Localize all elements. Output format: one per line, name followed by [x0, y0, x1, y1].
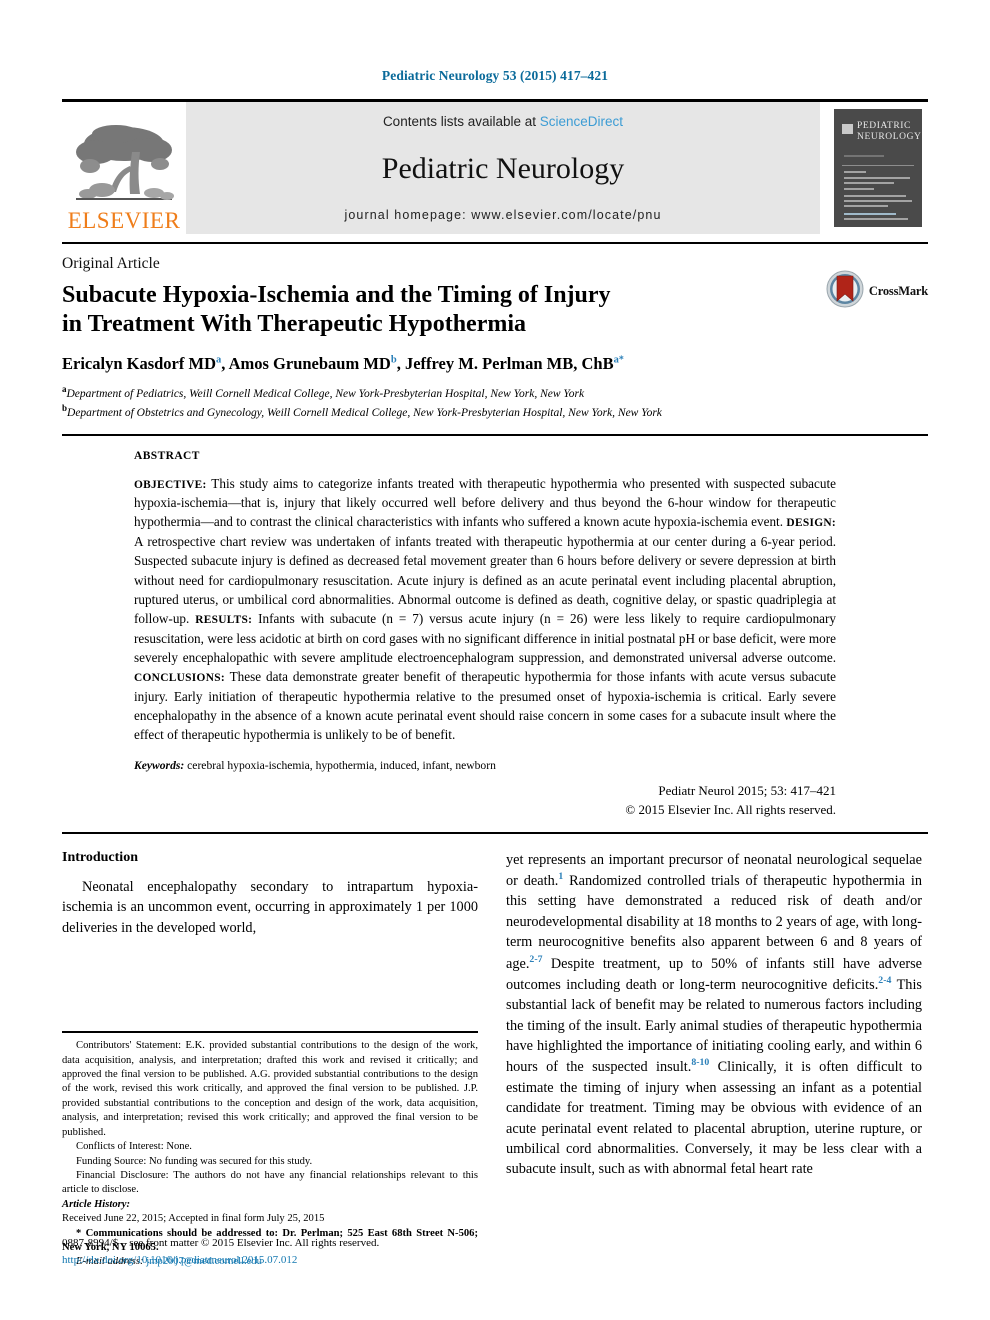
cover-publisher-mark-icon: [842, 124, 853, 134]
reference-link[interactable]: 2-4: [878, 975, 891, 986]
affiliation-text: Department of Obstetrics and Gynecology,…: [67, 406, 662, 419]
cover-text-line: [844, 177, 910, 179]
footnote-block: Contributors' Statement: E.K. provided s…: [62, 1031, 478, 1270]
cover-image: PEDIATRIC NEUROLOGY: [834, 109, 922, 227]
cover-text-line: [844, 218, 908, 220]
abstract-citation-block: Pediatr Neurol 2015; 53: 417–421 © 2015 …: [134, 781, 836, 820]
abstract-text: OBJECTIVE: This study aims to categorize…: [134, 474, 836, 745]
paper-page: Pediatric Neurology 53 (2015) 417–421 EL…: [0, 0, 990, 1320]
corresponding-author-marker: *: [618, 354, 624, 366]
crossmark-icon: [826, 270, 864, 313]
affiliation-text: Department of Pediatrics, Weill Cornell …: [66, 387, 585, 400]
cover-text-line: [844, 182, 894, 184]
copyright-line: © 2015 Elsevier Inc. All rights reserved…: [625, 802, 836, 818]
article-title-line-1: Subacute Hypoxia-Ischemia and the Timing…: [62, 282, 611, 308]
cover-title: PEDIATRIC NEUROLOGY: [857, 121, 922, 142]
journal-masthead: ELSEVIER Contents lists available at Sci…: [62, 99, 928, 234]
contents-available-line: Contents lists available at ScienceDirec…: [383, 114, 623, 129]
footnote-divider: [62, 1031, 478, 1034]
masthead-center-panel: Contents lists available at ScienceDirec…: [186, 102, 820, 234]
section-heading-introduction: Introduction: [62, 849, 138, 865]
keywords-line: Keywords: cerebral hypoxia-ischemia, hyp…: [134, 759, 836, 772]
elsevier-logo: ELSEVIER: [62, 102, 186, 234]
cover-highlight-line: [844, 213, 896, 215]
right-text-part-5: Clinically, it is often difficult to est…: [506, 1059, 922, 1178]
cover-text-line: [844, 188, 874, 190]
affiliation-item: bDepartment of Obstetrics and Gynecology…: [62, 402, 928, 422]
article-title-line-2: in Treatment With Therapeutic Hypothermi…: [62, 311, 527, 338]
author-list: Ericalyn Kasdorf MDa, Amos Grunebaum MDb…: [62, 354, 928, 374]
abstract-gutter: [62, 450, 134, 820]
contents-prefix-text: Contents lists available at: [382, 114, 540, 129]
running-head: Pediatric Neurology 53 (2015) 417–421: [381, 68, 609, 83]
article-type: Original Article: [62, 255, 160, 272]
author-separator: ,: [396, 353, 405, 373]
abstract-section: ABSTRACT OBJECTIVE: This study aims to c…: [62, 433, 928, 834]
affiliation-item: aDepartment of Pediatrics, Weill Cornell…: [62, 383, 928, 403]
front-matter-line: 0887-8994/$ – see front matter © 2015 El…: [62, 1237, 380, 1249]
footnote-disclosure: Financial Disclosure: The authors do not…: [62, 1169, 478, 1196]
cover-text-line: [844, 171, 866, 173]
cover-divider: [842, 165, 914, 166]
page-title: Subacute Hypoxia-Ischemia and the Timing…: [62, 281, 802, 340]
journal-homepage-link[interactable]: journal homepage: www.elsevier.com/locat…: [344, 208, 661, 222]
journal-cover-thumbnail: PEDIATRIC NEUROLOGY: [828, 102, 928, 234]
author-name[interactable]: Amos Grunebaum MD: [229, 354, 391, 373]
cover-text-line: [844, 155, 884, 157]
body-columns: Introduction Neonatal encephalopathy sec…: [62, 850, 928, 1270]
abstract-section-label: CONCLUSIONS:: [134, 672, 225, 685]
intro-paragraph-left: Neonatal encephalopathy secondary to int…: [62, 878, 478, 936]
footnote-history-label: Article History:: [62, 1198, 130, 1210]
abstract-body: ABSTRACT OBJECTIVE: This study aims to c…: [134, 450, 928, 820]
footnote-contributors: Contributors' Statement: E.K. provided s…: [62, 1040, 478, 1138]
left-column: Introduction Neonatal encephalopathy sec…: [62, 850, 478, 1270]
author-name[interactable]: Jeffrey M. Perlman MB, ChB: [405, 354, 614, 373]
cover-text-line: [844, 200, 912, 202]
keywords-label: Keywords:: [134, 758, 185, 772]
affiliation-list: aDepartment of Pediatrics, Weill Cornell…: [62, 383, 928, 422]
elsevier-tree-icon: [72, 122, 176, 208]
cover-text-line: [844, 195, 906, 197]
cover-text-line: [844, 205, 888, 207]
right-text-part-3: Despite treatment, up to 50% of infants …: [506, 955, 922, 993]
abstract-section-label: OBJECTIVE:: [134, 478, 207, 491]
intro-paragraph-right: yet represents an important precursor of…: [506, 850, 922, 1180]
doi-link[interactable]: http://dx.doi.org/10.1016/j.pediatrneuro…: [62, 1252, 478, 1269]
reference-link[interactable]: 2-7: [529, 954, 542, 965]
citation-line: Pediatr Neurol 2015; 53: 417–421: [658, 782, 836, 798]
abstract-section-text: This study aims to categorize infants tr…: [134, 475, 836, 530]
reference-link[interactable]: 8-10: [691, 1057, 709, 1068]
journal-title: Pediatric Neurology: [381, 151, 625, 185]
elsevier-wordmark: ELSEVIER: [67, 208, 181, 233]
footnote-history: Received June 22, 2015; Accepted in fina…: [62, 1213, 325, 1225]
keywords-values: cerebral hypoxia-ischemia, hypothermia, …: [184, 758, 496, 772]
article-header: CrossMark Original Article Subacute Hypo…: [62, 242, 928, 422]
author-separator: ,: [221, 353, 229, 373]
imprint-block: 0887-8994/$ – see front matter © 2015 El…: [62, 1235, 478, 1268]
abstract-heading: ABSTRACT: [134, 449, 200, 462]
footnote-funding: Funding Source: No funding was secured f…: [76, 1155, 313, 1167]
abstract-section-text: These data demonstrate greater benefit o…: [134, 669, 836, 743]
abstract-section-label: RESULTS:: [195, 614, 253, 627]
abstract-section-label: DESIGN:: [786, 517, 836, 530]
crossmark-label: CrossMark: [868, 284, 928, 298]
right-column: yet represents an important precursor of…: [506, 850, 922, 1270]
author-name[interactable]: Ericalyn Kasdorf MD: [62, 354, 216, 373]
footnote-conflicts: Conflicts of Interest: None.: [76, 1141, 192, 1153]
sciencedirect-link[interactable]: ScienceDirect: [540, 114, 623, 129]
crossmark-badge[interactable]: CrossMark: [826, 270, 928, 313]
